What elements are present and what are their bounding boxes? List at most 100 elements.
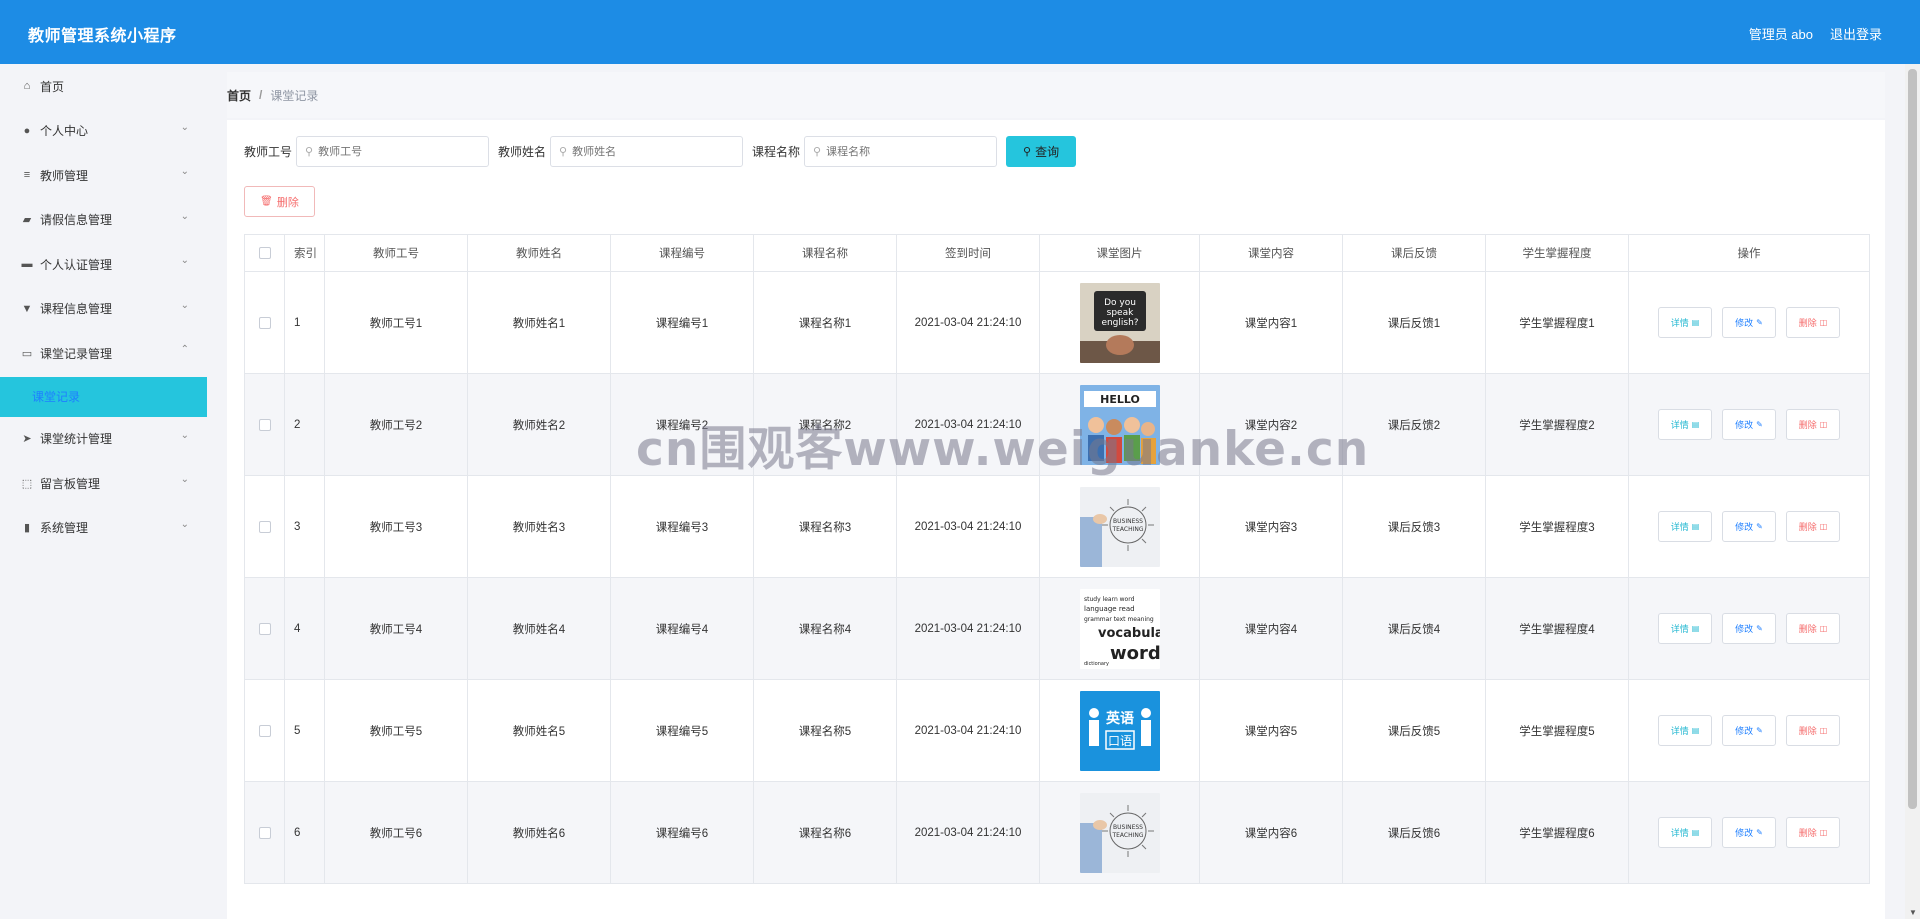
top-header: 教师管理系统小程序 管理员 abo 退出登录 [0,0,1920,64]
cell-teacher-name: 教师姓名1 [468,272,611,374]
main-area: 首页 / 课堂记录 教师工号 ⚲ 教师姓名 ⚲ 课程名称 ⚲ ⚲ 查询 [227,72,1885,919]
cell-content: 课堂内容1 [1200,272,1343,374]
select-all-cell [245,235,285,272]
scroll-down-arrow-icon[interactable]: ▼ [1909,908,1917,917]
pencil-icon: ✎ [1756,522,1763,531]
sidebar-subitem-classroom-record[interactable]: 课堂记录 [0,376,207,417]
sidebar-item-system-management[interactable]: ▮ 系统管理 ⌄ [0,506,207,551]
col-header-teacher-name: 教师姓名 [468,235,611,272]
trash-icon: 🗑 [260,196,273,207]
teacher-name-field[interactable]: ⚲ [550,136,744,167]
classroom-image[interactable]: BUSINESS TEACHING [1079,792,1160,873]
content-panel: 教师工号 ⚲ 教师姓名 ⚲ 课程名称 ⚲ ⚲ 查询 🗑 删除 [227,120,1885,919]
delete-button[interactable]: 删除 ◫ [1786,715,1840,746]
cell-feedback: 课后反馈2 [1343,374,1486,476]
delete-button[interactable]: 删除 ◫ [1786,307,1840,338]
send-icon: ➤ [22,433,32,446]
chevron-down-icon: ⌄ [180,210,189,222]
search-icon: ⚲ [1023,146,1032,158]
detail-button[interactable]: 详情 ▤ [1658,511,1712,542]
pencil-icon: ✎ [1756,318,1763,327]
query-button[interactable]: ⚲ 查询 [1006,136,1077,167]
edit-label: 修改 [1735,318,1754,328]
cell-course-id: 课程编号6 [611,782,754,884]
sidebar-item-personal-center[interactable]: ● 个人中心 ⌄ [0,109,207,154]
sidebar-item-message-board[interactable]: ⬚ 留言板管理 ⌄ [0,461,207,506]
svg-text:Do you: Do you [1104,298,1136,308]
detail-button[interactable]: 详情 ▤ [1658,409,1712,440]
course-name-field[interactable]: ⚲ [804,136,998,167]
row-checkbox[interactable] [258,418,271,431]
scrollbar-thumb[interactable] [1908,69,1917,809]
classroom-image[interactable]: 英语 口语 [1079,690,1160,771]
cell-image: 英语 口语 [1040,680,1200,782]
classroom-image[interactable]: Do you speak english? [1079,282,1160,363]
edit-button[interactable]: 修改 ✎ [1722,307,1776,338]
breadcrumb-home[interactable]: 首页 [227,87,251,104]
edit-button[interactable]: 修改 ✎ [1722,613,1776,644]
edit-button[interactable]: 修改 ✎ [1722,817,1776,848]
cell-checkin-time: 2021-03-04 21:24:10 [897,272,1040,374]
svg-text:words: words [1110,643,1160,664]
course-name-input[interactable] [826,145,977,158]
teacher-id-input[interactable] [318,145,469,158]
edit-button[interactable]: 修改 ✎ [1722,715,1776,746]
detail-button[interactable]: 详情 ▤ [1658,715,1712,746]
sidebar: ⌂ 首页 ● 个人中心 ⌄ ≡ 教师管理 ⌄ ▰ 请假信息管理 ⌄ ▬ 个人认证… [0,64,207,919]
row-select-cell [245,782,285,884]
row-select-cell [245,578,285,680]
logout-link[interactable]: 退出登录 [1830,24,1882,43]
svg-text:TEACHING: TEACHING [1111,526,1143,533]
sidebar-item-classroom-stats[interactable]: ➤ 课堂统计管理 ⌄ [0,417,207,462]
cell-content: 课堂内容3 [1200,476,1343,578]
admin-user-label: 管理员 abo [1748,27,1813,42]
classroom-image[interactable]: study learn word language read grammar tex… [1079,588,1160,669]
cell-index: 3 [285,476,325,578]
detail-label: 详情 [1670,420,1689,430]
delete-button[interactable]: 删除 ◫ [1786,409,1840,440]
edit-button[interactable]: 修改 ✎ [1722,511,1776,542]
page-scrollbar[interactable]: ▼ [1905,64,1920,919]
detail-button[interactable]: 详情 ▤ [1658,613,1712,644]
row-select-cell [245,680,285,782]
teacher-id-field[interactable]: ⚲ [296,136,490,167]
delete-button[interactable]: 删除 ◫ [1786,817,1840,848]
classroom-image[interactable]: BUSINESS TEACHING [1079,486,1160,567]
row-checkbox[interactable] [258,316,271,329]
sidebar-item-teacher-management[interactable]: ≡ 教师管理 ⌄ [0,153,207,198]
delete-button[interactable]: 删除 ◫ [1786,511,1840,542]
row-checkbox[interactable] [258,622,271,635]
row-checkbox[interactable] [258,520,271,533]
cell-index: 2 [285,374,325,476]
sidebar-item-label: 教师管理 [40,168,89,183]
search-icon: ⚲ [813,146,822,158]
sidebar-item-course-management[interactable]: ▼ 课程信息管理 ⌄ [0,287,207,332]
row-checkbox[interactable] [258,826,271,839]
bulk-delete-button[interactable]: 🗑 删除 [244,186,315,217]
sidebar-item-certification-management[interactable]: ▬ 个人认证管理 ⌄ [0,242,207,287]
delete-button[interactable]: 删除 ◫ [1786,613,1840,644]
cell-mastery: 学生掌握程度5 [1486,680,1629,782]
row-select-cell [245,374,285,476]
teacher-name-input[interactable] [572,145,723,158]
sidebar-item-leave-management[interactable]: ▰ 请假信息管理 ⌄ [0,198,207,243]
cell-mastery: 学生掌握程度4 [1486,578,1629,680]
cell-teacher-name: 教师姓名5 [468,680,611,782]
chevron-down-icon: ⌄ [180,255,189,266]
col-header-actions: 操作 [1629,235,1870,272]
cell-checkin-time: 2021-03-04 21:24:10 [897,680,1040,782]
cell-image: study learn word language read grammar tex… [1040,578,1200,680]
sidebar-item-home[interactable]: ⌂ 首页 [0,64,207,109]
cell-course-name: 课程名称1 [754,272,897,374]
list-icon: ≡ [23,169,31,182]
edit-button[interactable]: 修改 ✎ [1722,409,1776,440]
select-all-checkbox[interactable] [258,247,271,259]
row-checkbox[interactable] [258,724,271,737]
detail-button[interactable]: 详情 ▤ [1658,307,1712,338]
classroom-image[interactable]: HELLO [1079,384,1160,465]
detail-button[interactable]: 详情 ▤ [1658,817,1712,848]
svg-text:speak: speak [1106,308,1133,318]
trash-icon: ◫ [1819,624,1828,633]
sidebar-item-classroom-record-management[interactable]: ▭ 课堂记录管理 ⌃ [0,331,207,376]
cell-checkin-time: 2021-03-04 21:24:10 [897,578,1040,680]
